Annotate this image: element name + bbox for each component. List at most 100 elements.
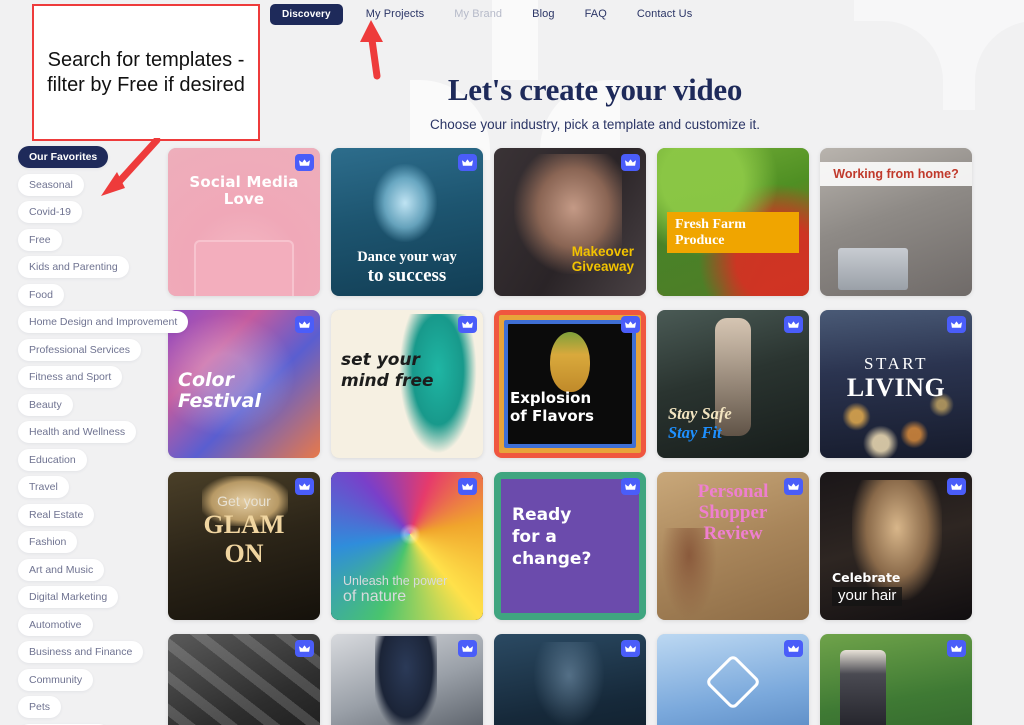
template-card[interactable]: Dance your way to success	[331, 148, 483, 296]
nav-item-list: Discovery My Projects My Brand Blog FAQ …	[270, 3, 707, 25]
nav-item-discovery[interactable]: Discovery	[270, 3, 343, 25]
template-card[interactable]: SUIT UP FOR WINTER	[331, 634, 483, 725]
template-card[interactable]: Nobody likes to pay extra	[168, 634, 320, 725]
template-title: Makeover Giveaway	[494, 244, 646, 274]
template-title: Explosion of Flavors	[494, 389, 646, 425]
template-title-line1: Working from home?	[820, 162, 972, 186]
sidebar-item-real-estate[interactable]: Real Estate	[18, 503, 95, 526]
template-card[interactable]: Fresh Farm Produce	[657, 148, 809, 296]
template-title-line1: Ready	[512, 505, 572, 525]
template-title-line2: Stay Fit	[668, 422, 722, 442]
premium-crown-icon	[295, 316, 314, 333]
premium-crown-icon	[784, 478, 803, 495]
template-card[interactable]: Get your GLAM ON	[168, 472, 320, 620]
template-card[interactable]: Unleash the power of nature	[331, 472, 483, 620]
sidebar-item-seasonal[interactable]: Seasonal	[18, 173, 84, 196]
template-title-line2: Giveaway	[571, 258, 634, 274]
premium-crown-icon	[458, 640, 477, 657]
template-title: Color Festival	[168, 369, 320, 413]
template-title: Working from home?	[820, 162, 972, 186]
template-card[interactable]: Personal Shopper Review	[657, 472, 809, 620]
premium-crown-icon	[458, 154, 477, 171]
template-card[interactable]: Working from home?	[820, 148, 972, 296]
sidebar-item-free[interactable]: Free	[18, 228, 62, 251]
template-title-line2: Shopper	[698, 501, 768, 523]
template-title-line3: Review	[703, 522, 763, 544]
template-title: Celebrate your hair	[820, 571, 972, 606]
template-title-line2: to success	[367, 264, 447, 286]
template-title-line1: Stay Safe	[668, 404, 732, 424]
premium-crown-icon	[458, 478, 477, 495]
template-card[interactable]: Ready for a change?	[494, 472, 646, 620]
template-card[interactable]: Celebrate your hair	[820, 472, 972, 620]
sidebar-item-covid-19[interactable]: Covid-19	[18, 201, 83, 223]
template-grid: Social Media Love Dance your way to succ…	[168, 148, 1018, 725]
sidebar-item-beauty[interactable]: Beauty	[18, 393, 73, 416]
sidebar-item-automotive[interactable]: Automotive	[18, 613, 93, 636]
template-title-line1: START	[864, 354, 928, 373]
sidebar-item-business-and-finance[interactable]: Business and Finance	[18, 641, 144, 663]
template-title-line3: change?	[512, 549, 592, 570]
sidebar-item-home-design[interactable]: Home Design and Improvement	[18, 311, 189, 333]
sidebar-item-travel[interactable]: Travel	[18, 476, 69, 498]
template-title-line1: set your	[341, 350, 420, 370]
template-title-line2: for a	[512, 527, 557, 548]
template-card[interactable]: Explosion of Flavors	[494, 310, 646, 458]
sidebar-item-fashion[interactable]: Fashion	[18, 531, 78, 553]
template-title-line2: your hair	[832, 587, 903, 606]
template-title-line1: Fresh Farm Produce	[667, 212, 799, 254]
template-title-line2: Love	[223, 189, 265, 208]
sidebar-item-health-and-wellness[interactable]: Health and Wellness	[18, 421, 137, 443]
template-title-line3: ON	[224, 538, 264, 568]
template-card[interactable]: START LIVING	[820, 310, 972, 458]
template-card[interactable]: Ride the	[820, 634, 972, 725]
template-title-line1: Get your	[217, 493, 271, 509]
page-root: Discovery My Projects My Brand Blog FAQ …	[0, 0, 1024, 725]
template-card[interactable]: Makeover Giveaway	[494, 148, 646, 296]
template-title-line2: mind free	[341, 371, 434, 392]
sidebar-item-fitness-and-sport[interactable]: Fitness and Sport	[18, 366, 123, 388]
sidebar-item-professional-services[interactable]: Professional Services	[18, 338, 141, 361]
nav-item-blog[interactable]: Blog	[517, 8, 569, 20]
sidebar-item-kids-and-parenting[interactable]: Kids and Parenting	[18, 256, 129, 278]
template-card[interactable]: Social Media Love	[168, 148, 320, 296]
hero-section: Let's create your video Choose your indu…	[165, 72, 1024, 132]
template-card[interactable]: Color Festival	[168, 310, 320, 458]
premium-crown-icon	[621, 316, 640, 333]
template-card[interactable]: Stay Safe Stay Fit	[657, 310, 809, 458]
annotation-callout: Search for templates - filter by Free if…	[32, 4, 260, 141]
template-title: START LIVING	[820, 354, 972, 402]
nav-item-contact-us[interactable]: Contact Us	[622, 8, 707, 20]
sidebar-item-education[interactable]: Education	[18, 448, 87, 471]
sidebar-item-food[interactable]: Food	[18, 283, 64, 306]
template-card[interactable]: Hirsh & Co.	[657, 634, 809, 725]
template-title-line1: Social Media	[189, 173, 299, 191]
category-sidebar: Our Favorites Seasonal Covid-19 Free Kid…	[18, 146, 189, 725]
premium-crown-icon	[295, 154, 314, 171]
premium-crown-icon	[295, 640, 314, 657]
sidebar-item-art-and-music[interactable]: Art and Music	[18, 558, 105, 581]
sidebar-item-digital-marketing[interactable]: Digital Marketing	[18, 586, 119, 608]
template-title: Stay Safe Stay Fit	[657, 404, 809, 442]
sidebar-item-pets[interactable]: Pets	[18, 696, 62, 718]
template-card[interactable]	[494, 634, 646, 725]
premium-crown-icon	[295, 478, 314, 495]
template-title: Get your GLAM ON	[168, 493, 320, 568]
nav-item-my-projects[interactable]: My Projects	[351, 8, 440, 20]
premium-crown-icon	[458, 316, 477, 333]
template-card[interactable]: set your mind free	[331, 310, 483, 458]
nav-item-my-brand[interactable]: My Brand	[439, 8, 517, 20]
sidebar-item-our-favorites[interactable]: Our Favorites	[18, 146, 109, 168]
template-title-line1: Dance your way	[357, 248, 457, 265]
template-title: set your mind free	[331, 350, 483, 393]
template-title: Ready for a change?	[494, 504, 646, 570]
nav-item-faq[interactable]: FAQ	[570, 8, 622, 20]
template-title-line2: of Flavors	[510, 406, 594, 425]
premium-crown-icon	[621, 478, 640, 495]
template-title-line1: Celebrate	[832, 570, 901, 586]
sidebar-item-community[interactable]: Community	[18, 668, 94, 691]
premium-crown-icon	[784, 316, 803, 333]
premium-crown-icon	[621, 640, 640, 657]
template-title: Fresh Farm Produce	[657, 212, 809, 254]
premium-crown-icon	[947, 640, 966, 657]
